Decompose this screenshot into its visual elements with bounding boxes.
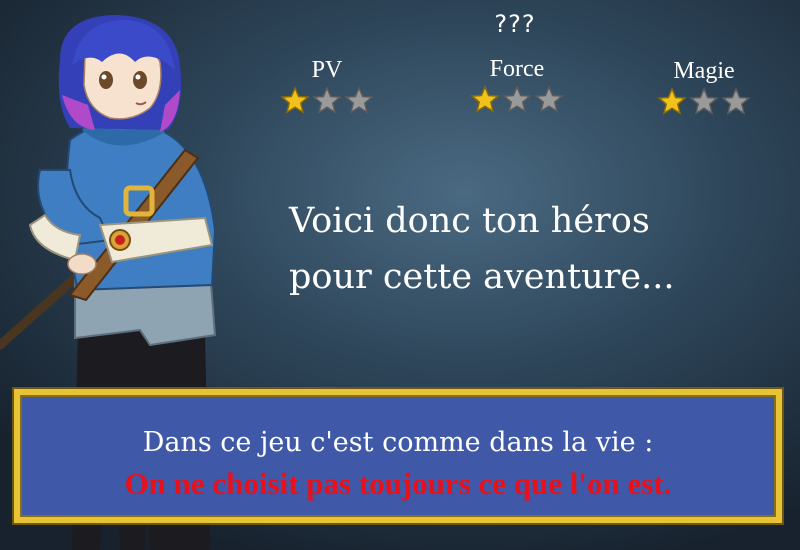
- star-icon: [657, 87, 687, 115]
- stat-rating-pv: [267, 86, 387, 116]
- star-icon: [721, 87, 751, 115]
- hero-intro-text: Voici donc ton héros pour cette aventure…: [289, 193, 769, 305]
- stat-rating-force: [457, 85, 577, 115]
- star-icon: [280, 86, 310, 114]
- dialogue-line-2: On ne choisit pas toujours ce que l'on e…: [124, 466, 672, 501]
- stat-label-pv: PV: [311, 57, 343, 83]
- dialogue-line-1: Dans ce jeu c'est comme dans la vie :: [142, 427, 654, 458]
- star-icon: [344, 86, 374, 114]
- stat-pv: PV: [267, 56, 387, 116]
- intro-line-1: Voici donc ton héros: [289, 201, 650, 241]
- stat-force: Force: [457, 55, 577, 115]
- intro-line-2: pour cette aventure...: [289, 257, 675, 297]
- star-icon: [534, 85, 564, 113]
- character-name: ???: [494, 10, 536, 38]
- stat-magie: Magie: [644, 57, 764, 117]
- dialogue-box[interactable]: Dans ce jeu c'est comme dans la vie : On…: [14, 389, 782, 523]
- star-icon: [502, 85, 532, 113]
- stat-rating-magie: [644, 87, 764, 117]
- stat-label-force: Force: [489, 56, 545, 82]
- star-icon: [312, 86, 342, 114]
- stat-label-magie: Magie: [673, 58, 735, 84]
- star-icon: [689, 87, 719, 115]
- star-icon: [470, 85, 500, 113]
